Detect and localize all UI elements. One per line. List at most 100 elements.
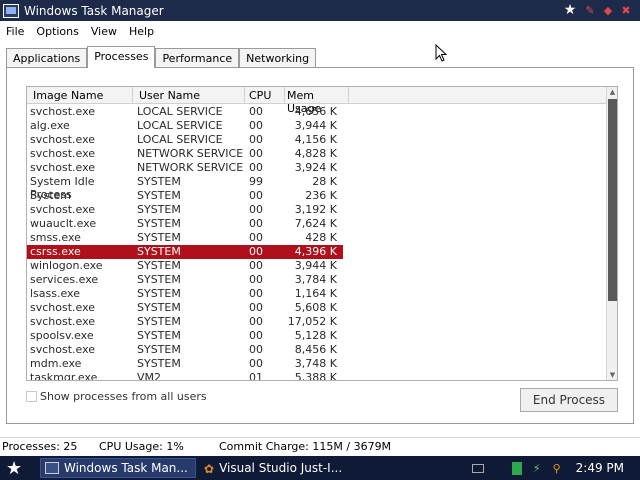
cell-user-name: SYSTEM bbox=[137, 203, 181, 216]
menu-view[interactable]: View bbox=[85, 25, 123, 38]
cell-mem-usage: 4,828 K bbox=[294, 147, 337, 160]
cell-image-name: svchost.exe bbox=[30, 315, 96, 328]
close-icon[interactable]: ✖ bbox=[618, 2, 634, 18]
menu-options[interactable]: Options bbox=[30, 25, 84, 38]
cell-cpu: 00 bbox=[249, 259, 263, 272]
keyboard-icon[interactable] bbox=[471, 463, 484, 473]
title-bar: Windows Task Manager ★ ✎ ◆ ✖ bbox=[0, 0, 640, 21]
cell-cpu: 00 bbox=[249, 343, 263, 356]
cell-cpu: 00 bbox=[249, 231, 263, 244]
table-row[interactable]: mdm.exe SYSTEM 00 3,748 K bbox=[27, 357, 607, 371]
debugger-icon: ✿ bbox=[204, 462, 215, 476]
taskbar-item-visual-studio[interactable]: ✿ Visual Studio Just-I... bbox=[200, 458, 350, 478]
table-row[interactable]: wuauclt.exe SYSTEM 00 7,624 K bbox=[27, 217, 607, 231]
show-all-users-checkbox[interactable] bbox=[26, 391, 37, 402]
column-cpu[interactable]: CPU bbox=[245, 87, 285, 104]
table-row[interactable]: svchost.exe NETWORK SERVICE 00 3,924 K bbox=[27, 161, 607, 175]
cell-image-name: services.exe bbox=[30, 273, 99, 286]
cell-image-name: lsass.exe bbox=[30, 287, 80, 300]
cell-cpu: 00 bbox=[249, 161, 263, 174]
scroll-down-icon[interactable]: ▼ bbox=[607, 370, 617, 380]
search-icon[interactable]: ⚲ bbox=[550, 461, 564, 475]
table-row[interactable]: svchost.exe LOCAL SERVICE 00 4,156 K bbox=[27, 133, 607, 147]
table-row[interactable]: spoolsv.exe SYSTEM 00 5,128 K bbox=[27, 329, 607, 343]
tab-processes[interactable]: Processes bbox=[87, 46, 156, 68]
cell-cpu: 00 bbox=[249, 287, 263, 300]
cell-user-name: LOCAL SERVICE bbox=[137, 119, 223, 132]
table-row[interactable]: svchost.exe SYSTEM 00 3,192 K bbox=[27, 203, 607, 217]
cell-user-name: SYSTEM bbox=[137, 357, 181, 370]
table-row[interactable]: System Idle Process SYSTEM 99 28 K bbox=[27, 175, 607, 201]
cell-image-name: svchost.exe bbox=[30, 147, 96, 160]
taskbar-item-task-manager[interactable]: Windows Task Man... bbox=[40, 458, 196, 478]
taskbar-clock[interactable]: 2:49 PM bbox=[576, 461, 624, 475]
cell-mem-usage: 428 K bbox=[305, 231, 337, 244]
table-row[interactable]: svchost.exe NETWORK SERVICE 00 4,828 K bbox=[27, 147, 607, 161]
tab-performance[interactable]: Performance bbox=[155, 48, 240, 68]
cell-user-name: SYSTEM bbox=[137, 343, 181, 356]
table-row[interactable]: svchost.exe SYSTEM 00 5,608 K bbox=[27, 301, 607, 315]
cell-mem-usage: 236 K bbox=[305, 189, 337, 202]
cell-mem-usage: 4,156 K bbox=[294, 133, 337, 146]
tab-strip: Applications Processes Performance Netwo… bbox=[6, 46, 317, 68]
column-image-name[interactable]: Image Name bbox=[27, 87, 133, 104]
table-row[interactable]: taskmgr.exe VM2 01 5,388 K bbox=[27, 371, 607, 381]
cell-cpu: 99 bbox=[249, 175, 263, 188]
cell-cpu: 00 bbox=[249, 273, 263, 286]
window-title: Windows Task Manager bbox=[24, 3, 164, 18]
cell-mem-usage: 3,748 K bbox=[294, 357, 337, 370]
cell-image-name: svchost.exe bbox=[30, 343, 96, 356]
table-row[interactable]: System SYSTEM 00 236 K bbox=[27, 189, 607, 203]
table-row[interactable]: svchost.exe SYSTEM 00 17,052 K bbox=[27, 315, 607, 329]
start-star-icon[interactable]: ★ bbox=[6, 458, 22, 479]
maximize-icon[interactable]: ◆ bbox=[600, 2, 616, 18]
taskbar-item-label: Windows Task Man... bbox=[64, 461, 188, 475]
table-row[interactable]: alg.exe LOCAL SERVICE 00 3,944 K bbox=[27, 119, 607, 133]
cell-user-name: SYSTEM bbox=[137, 245, 181, 258]
tab-applications[interactable]: Applications bbox=[6, 48, 88, 68]
table-row[interactable]: winlogon.exe SYSTEM 00 3,944 K bbox=[27, 259, 607, 273]
column-mem-usage[interactable]: Mem Usage bbox=[285, 87, 349, 115]
scroll-thumb[interactable] bbox=[608, 99, 617, 301]
cell-image-name: spoolsv.exe bbox=[30, 329, 94, 342]
column-user-name[interactable]: User Name bbox=[133, 87, 245, 104]
table-row[interactable]: svchost.exe SYSTEM 00 8,456 K bbox=[27, 343, 607, 357]
process-list[interactable]: Image Name User Name CPU Mem Usage svcho… bbox=[26, 86, 618, 381]
task-manager-icon bbox=[45, 462, 59, 474]
status-cpu-usage: CPU Usage: 1% bbox=[99, 440, 184, 453]
cell-mem-usage: 4,656 K bbox=[294, 105, 337, 118]
cell-cpu: 00 bbox=[249, 217, 263, 230]
cell-mem-usage: 1,164 K bbox=[294, 287, 337, 300]
menu-file[interactable]: File bbox=[0, 25, 30, 38]
cell-cpu: 00 bbox=[249, 105, 263, 118]
cell-image-name: smss.exe bbox=[30, 231, 81, 244]
cell-cpu: 00 bbox=[249, 357, 263, 370]
cell-mem-usage: 3,192 K bbox=[294, 203, 337, 216]
cell-user-name: LOCAL SERVICE bbox=[137, 105, 223, 118]
network-icon[interactable]: ⚡ bbox=[530, 461, 544, 475]
cell-user-name: SYSTEM bbox=[137, 217, 181, 230]
table-row[interactable]: smss.exe SYSTEM 00 428 K bbox=[27, 231, 607, 245]
scroll-up-icon[interactable]: ▲ bbox=[607, 87, 617, 97]
cell-image-name: winlogon.exe bbox=[30, 259, 103, 272]
table-row[interactable]: lsass.exe SYSTEM 00 1,164 K bbox=[27, 287, 607, 301]
taskbar-item-label: Visual Studio Just-I... bbox=[219, 461, 343, 475]
cell-mem-usage: 3,944 K bbox=[294, 259, 337, 272]
vertical-scrollbar[interactable]: ▲ ▼ bbox=[606, 87, 617, 380]
show-all-users-option[interactable]: Show processes from all users bbox=[26, 390, 207, 403]
end-process-button[interactable]: End Process bbox=[520, 388, 618, 412]
cell-mem-usage: 3,784 K bbox=[294, 273, 337, 286]
star-icon[interactable]: ★ bbox=[560, 2, 580, 18]
status-green-icon[interactable] bbox=[511, 461, 522, 475]
cell-user-name: VM2 bbox=[137, 371, 162, 381]
cell-user-name: SYSTEM bbox=[137, 273, 181, 286]
process-rows: svchost.exe LOCAL SERVICE 00 4,656 Kalg.exe… bbox=[27, 105, 607, 381]
table-row[interactable]: services.exe SYSTEM 00 3,784 K bbox=[27, 273, 607, 287]
minimize-icon[interactable]: ✎ bbox=[582, 2, 598, 18]
table-row[interactable]: csrss.exe SYSTEM 00 4,396 K bbox=[27, 245, 343, 259]
list-header: Image Name User Name CPU Mem Usage bbox=[27, 87, 607, 115]
table-row[interactable]: svchost.exe LOCAL SERVICE 00 4,656 K bbox=[27, 105, 607, 119]
menu-help[interactable]: Help bbox=[123, 25, 160, 38]
cell-mem-usage: 5,388 K bbox=[294, 371, 337, 381]
tab-networking[interactable]: Networking bbox=[239, 48, 317, 68]
